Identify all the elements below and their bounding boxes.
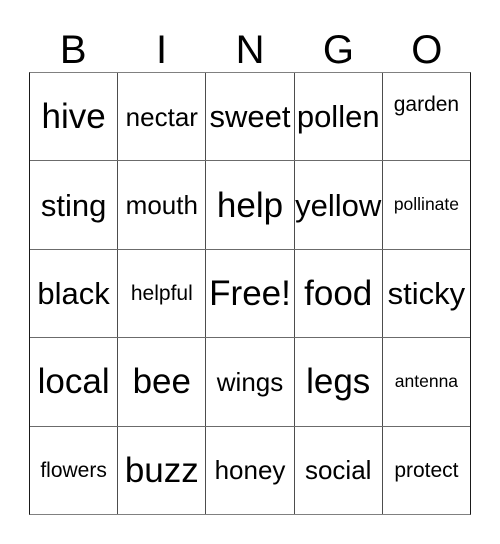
bingo-cell-i1[interactable]: nectar bbox=[118, 73, 207, 161]
bingo-cell-i2[interactable]: mouth bbox=[118, 161, 207, 249]
bingo-cell-label: flowers bbox=[40, 458, 107, 482]
bingo-cell-label: wings bbox=[216, 366, 284, 397]
bingo-cell-label: pollen bbox=[296, 99, 380, 135]
bingo-row: hive nectar sweet pollen garden bbox=[30, 73, 471, 162]
bingo-row: black helpful Free! food sticky bbox=[30, 249, 471, 339]
bingo-cell-label: black bbox=[37, 276, 110, 312]
bingo-header-letter-o: O bbox=[411, 28, 443, 72]
bingo-cell-i5[interactable]: buzz bbox=[118, 426, 207, 515]
bingo-row: flowers buzz honey social protect bbox=[30, 426, 471, 515]
bingo-header-letter-g: G bbox=[322, 28, 354, 72]
bingo-cell-label: hive bbox=[41, 97, 106, 137]
bingo-cell-label: help bbox=[216, 185, 284, 225]
bingo-row: local bee wings legs antenna bbox=[30, 338, 471, 427]
bingo-cell-label: local bbox=[37, 362, 110, 402]
bingo-cell-o1[interactable]: garden bbox=[382, 73, 471, 161]
bingo-header-letter-n: N bbox=[235, 28, 265, 72]
bingo-cell-label: food bbox=[304, 274, 373, 314]
bingo-cell-g5[interactable]: social bbox=[294, 426, 383, 515]
bingo-cell-b4[interactable]: local bbox=[30, 338, 119, 426]
bingo-header: B I N G O bbox=[29, 16, 471, 72]
bingo-cell-o3[interactable]: sticky bbox=[382, 249, 471, 338]
bingo-cell-g1[interactable]: pollen bbox=[294, 73, 383, 161]
bingo-cell-g4[interactable]: legs bbox=[294, 338, 383, 426]
bingo-cell-label: buzz bbox=[124, 450, 199, 490]
bingo-cell-i4[interactable]: bee bbox=[118, 338, 207, 426]
bingo-cell-label: helpful bbox=[130, 282, 193, 306]
bingo-cell-o5[interactable]: protect bbox=[382, 426, 471, 515]
bingo-cell-g3[interactable]: food bbox=[294, 249, 383, 338]
bingo-cell-label: sweet bbox=[209, 99, 291, 135]
bingo-cell-label: pollinate bbox=[393, 194, 460, 215]
bingo-cell-b1[interactable]: hive bbox=[30, 73, 119, 161]
bingo-cell-b2[interactable]: sting bbox=[30, 161, 119, 249]
bingo-header-letter-b: B bbox=[59, 28, 87, 72]
bingo-cell-b3[interactable]: black bbox=[30, 249, 119, 338]
bingo-cell-label: protect bbox=[394, 458, 459, 482]
bingo-cell-label: yellow bbox=[295, 187, 382, 223]
bingo-cell-label: bee bbox=[132, 362, 191, 402]
bingo-cell-label: nectar bbox=[125, 101, 198, 132]
bingo-cell-label: mouth bbox=[125, 190, 198, 221]
bingo-cell-label: antenna bbox=[394, 371, 459, 392]
bingo-cell-label: honey bbox=[214, 455, 286, 486]
bingo-cell-free-space[interactable]: Free! bbox=[206, 249, 295, 338]
bingo-cell-i3[interactable]: helpful bbox=[118, 249, 207, 338]
bingo-cell-n5[interactable]: honey bbox=[206, 426, 295, 515]
bingo-grid: hive nectar sweet pollen garden sting mo… bbox=[29, 72, 471, 515]
bingo-cell-g2[interactable]: yellow bbox=[294, 161, 383, 249]
bingo-cell-o2[interactable]: pollinate bbox=[382, 161, 471, 249]
bingo-cell-b5[interactable]: flowers bbox=[30, 426, 119, 515]
bingo-header-letter-i: I bbox=[156, 28, 168, 72]
bingo-cell-label: sting bbox=[40, 187, 107, 223]
bingo-cell-n1[interactable]: sweet bbox=[206, 73, 295, 161]
bingo-cell-label: Free! bbox=[209, 274, 291, 314]
bingo-row: sting mouth help yellow pollinate bbox=[30, 161, 471, 250]
bingo-cell-label: legs bbox=[306, 362, 371, 402]
bingo-cell-n4[interactable]: wings bbox=[206, 338, 295, 426]
bingo-cell-label: social bbox=[304, 455, 372, 486]
bingo-cell-o4[interactable]: antenna bbox=[382, 338, 471, 426]
bingo-cell-n2[interactable]: help bbox=[206, 161, 295, 249]
bingo-cell-label: sticky bbox=[387, 276, 466, 312]
bingo-card: B I N G O hive nectar sweet pollen garde… bbox=[0, 0, 500, 544]
bingo-cell-label: garden bbox=[393, 93, 460, 117]
